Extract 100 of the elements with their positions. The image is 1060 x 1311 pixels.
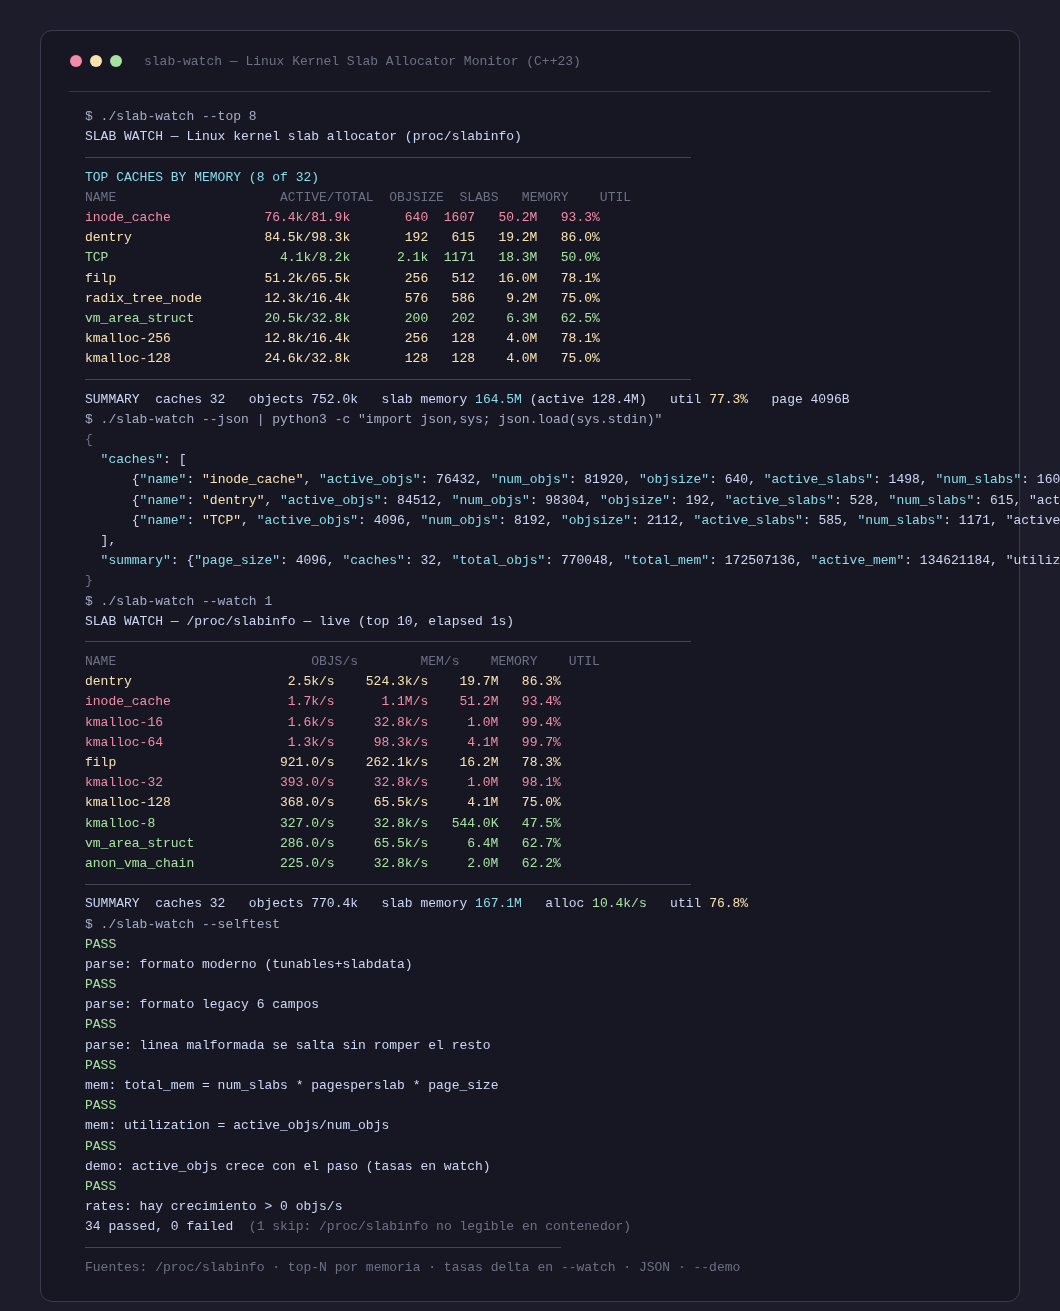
table-cell-text: filp [85,754,118,772]
column-header: OBJSIZE [388,188,444,207]
table-cell-text: 4.1M [466,794,499,813]
pass-label: PASS [85,1056,118,1075]
table-cell-text: 576 [403,289,429,308]
table-cell-text: 128 [450,330,475,349]
json-line: "caches": [ [99,451,187,470]
maximize-icon[interactable] [110,55,122,67]
table-cell-text: 586 [450,289,475,308]
table-cell-text: 544.0K [450,814,499,833]
table-cell-text: filp [85,269,118,288]
table-cell-text: 65.5k/s [372,794,429,813]
table-cell-text: inode_cache [85,208,172,227]
json-line: ], [99,531,117,550]
table-cell-text: dentry [85,673,133,692]
table-cell-text: 47.5% [520,814,561,833]
output-line: SLAB WATCH — Linux kernel slab allocator (proc/slabinfo) [85,128,523,147]
table-cell-text: 4.1k/8.2k [279,249,351,268]
output-line: parse: formato legacy 6 campos [85,996,321,1015]
summary-line: SUMMARY caches 32 objects 752.0k slab memory 164.5M (active 128.4M) util 77.3% page 4096B [85,390,851,409]
table-cell-text: 24.6k/32.8k [263,350,351,369]
table-cell-text: 202 [450,309,475,328]
table-cell-text: 99.4% [520,713,561,732]
window-title: slab-watch — Linux Kernel Slab Allocator Monitor (C++23) [144,53,581,69]
json-line: {"name": "TCP", "active_objs": 4096, "num_objs": 8192, "objsize": 2112, "active_slabs": 585, "num_slabs": 1171, "active [130,511,1060,530]
table-cell-text: 4.0M [505,350,538,369]
table-cell-text: 86.3% [520,673,561,692]
table-cell-text: 128 [403,350,429,369]
table-cell-text: 50.0% [559,249,600,268]
summary-line: SUMMARY caches 32 objects 770.4k slab memory 167.1M alloc 10.4k/s util 76.8% [85,895,750,914]
table-cell-text: 62.2% [520,854,561,873]
table-cell-text: 262.1k/s [364,754,429,772]
table-cell-text: 76.4k/81.9k [263,208,351,227]
table-cell-text: 256 [403,269,429,288]
table-cell-text: 75.0% [559,350,600,369]
table-cell-text: 393.0/s [279,774,335,793]
table-cell-text: 368.0/s [279,794,335,813]
json-line: {"name": "inode_cache", "active_objs": 76432, "num_objs": 81920, "objsize": 640, "active_slabs": 1498, "num_slabs": 160 [130,471,1060,490]
table-cell-text: 4.0M [505,330,538,349]
table-cell-text: 286.0/s [279,834,335,853]
table-cell-text: 78.3% [520,754,561,772]
command-line: $ ./slab-watch --json | python3 -c "import json,sys; json.load(sys.stdin)" [85,410,664,429]
column-header: SLABS [458,188,499,207]
close-icon[interactable] [70,55,82,67]
table-cell-text: 65.5k/s [372,834,429,853]
table-cell-text: 78.1% [559,330,600,349]
json-line: {"name": "dentry", "active_objs": 84512, "num_objs": 98304, "objsize": 192, "active_slabs": 528, "num_slabs": 615, "act [130,491,1060,510]
table-cell-text: 19.7M [458,673,499,692]
table-cell-text: 1171 [442,249,475,268]
table-cell-text: 99.7% [520,733,561,752]
table-cell-text: 50.2M [497,208,538,227]
table-cell-text: 128 [450,350,475,369]
output-line: demo: active_objs crece con el paso (tasas en watch) [85,1157,492,1176]
column-header: NAME [85,653,118,672]
minimize-icon[interactable] [90,55,102,67]
table-cell-text: 1.7k/s [286,693,335,712]
table-cell-text: TCP [85,249,110,268]
table-cell-text: 19.2M [497,229,538,248]
table-cell-text: 4.1M [466,733,499,752]
table-cell-text: 1.1M/s [380,693,429,712]
table-cell-text: 84.5k/98.3k [263,229,351,248]
table-cell-text: anon_vma_chain [85,854,196,873]
table-cell-text: 615 [450,229,475,248]
command-line: $ ./slab-watch --top 8 [85,108,258,126]
pass-label: PASS [85,1016,118,1035]
table-cell-text: 921.0/s [279,754,335,772]
table-cell-text: 1.3k/s [286,733,335,752]
table-cell-text: inode_cache [85,693,172,712]
table-cell-text: 32.8k/s [372,814,429,833]
column-header: MEMORY [489,653,538,672]
output-line: parse: linea malformada se salta sin romper el resto [85,1036,492,1055]
table-cell-text: dentry [85,229,133,248]
column-header: OBJS/s [310,653,359,672]
output-line: parse: formato moderno (tunables+slabdata) [85,955,414,974]
table-cell-text: 32.8k/s [372,774,429,793]
table-cell-text: 16.2M [458,754,499,772]
pass-label: PASS [85,976,118,995]
column-header: NAME [85,188,118,207]
result-summary: 34 passed, 0 failed [85,1219,234,1235]
command-line: $ ./slab-watch --selftest [85,915,282,934]
table-cell-text: kmalloc-64 [85,733,164,752]
table-cell-text: 98.3k/s [372,733,429,752]
table-cell-text: 12.8k/16.4k [263,330,351,349]
table-cell-text: 93.3% [559,208,600,227]
output-line: mem: total_mem = num_slabs * pagesperslab * page_size [85,1077,500,1095]
table-cell-text: 2.1k [396,249,429,268]
table-cell-text: 192 [403,229,429,248]
section-heading: TOP CACHES BY MEMORY (8 of 32) [85,168,321,187]
table-cell-text: 524.3k/s [364,673,429,692]
table-cell-text: vm_area_struct [85,834,196,853]
footer-text: Fuentes: /proc/slabinfo · top-N por memoria · tasas delta en --watch · JSON · --demo [85,1258,742,1277]
pass-label: PASS [85,1097,118,1116]
table-cell-text: 12.3k/16.4k [263,289,351,308]
table-cell-text: 51.2M [458,693,499,712]
table-cell-text: 18.3M [497,249,538,268]
table-cell-text: 9.2M [505,289,538,308]
column-header: UTIL [567,653,600,672]
table-cell-text: 512 [450,269,475,288]
column-header: MEMORY [520,188,569,207]
table-cell-text: 256 [403,330,429,349]
